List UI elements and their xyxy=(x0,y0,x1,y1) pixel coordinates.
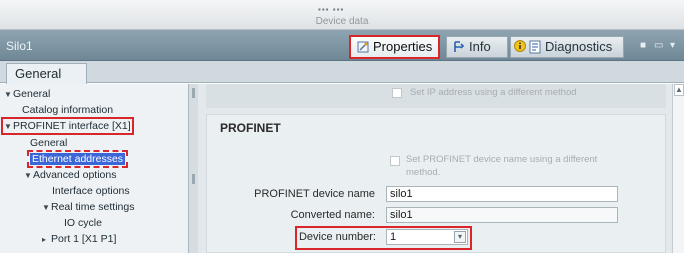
tree-item-port1[interactable]: ▸ Port 1 [X1 P1] xyxy=(42,233,116,245)
converted-name-field: silo1 xyxy=(386,207,618,223)
expand-icon[interactable]: ▼ xyxy=(42,203,51,212)
chevron-down-icon[interactable]: ▾ xyxy=(670,40,675,51)
top-bar: ▪▪▪ ▪▪▪ Device data xyxy=(0,0,684,30)
device-number-label: Device number: xyxy=(298,231,376,243)
device-name-field[interactable]: silo1 xyxy=(386,186,618,202)
tab-info[interactable]: Info xyxy=(446,36,508,58)
scroll-up-icon[interactable]: ▲ xyxy=(674,84,684,96)
properties-icon xyxy=(357,41,369,53)
info-bubble-icon xyxy=(514,40,526,52)
drag-handle-icon[interactable]: ▪▪▪ ▪▪▪ xyxy=(318,5,344,14)
tree-item-catalog-information[interactable]: Catalog information xyxy=(22,104,113,116)
info-icon xyxy=(454,41,465,52)
section-title: PROFINET xyxy=(220,121,281,135)
diagnostics-icon xyxy=(529,40,541,54)
set-name-different-label: Set PROFINET device name using a differe… xyxy=(406,154,598,165)
tree-item-profinet-interface[interactable]: ▼PROFINET interface [X1] xyxy=(1,117,134,135)
window-title: Device data xyxy=(315,16,369,27)
tree-item-io-cycle[interactable]: IO cycle xyxy=(64,217,102,229)
set-name-different-checkbox[interactable] xyxy=(390,156,400,166)
collapse-icon[interactable]: ▸ xyxy=(42,235,51,244)
vertical-scrollbar[interactable]: ▲ xyxy=(672,84,684,253)
minimize-icon[interactable]: ▭ xyxy=(654,40,663,51)
restore-icon[interactable]: ■ xyxy=(640,40,646,51)
object-name: Silo1 xyxy=(6,39,33,53)
tree-item-interface-options[interactable]: Interface options xyxy=(52,185,130,197)
device-number-dropdown-icon[interactable]: ▾ xyxy=(454,231,466,243)
splitter-grip-icon xyxy=(192,88,195,98)
tab-general[interactable]: General xyxy=(6,63,87,84)
set-name-different-label-cont: method. xyxy=(406,167,441,178)
set-ip-different-checkbox[interactable] xyxy=(392,88,402,98)
expand-icon[interactable]: ▼ xyxy=(4,122,13,131)
tab-diagnostics[interactable]: Diagnostics xyxy=(510,36,624,58)
tree-item-real-time-settings[interactable]: ▼Real time settings xyxy=(42,201,134,213)
panel-splitter[interactable] xyxy=(188,84,198,253)
inspector-title-bar: Silo1 Properties Info Diagnostics ■ ▭ ▾ xyxy=(0,30,684,61)
tree-item-general[interactable]: ▼General xyxy=(4,88,50,100)
tree-item-ethernet-addresses[interactable]: Ethernet addresses xyxy=(26,150,129,168)
tab-properties-label: Properties xyxy=(373,39,433,54)
subtab-strip: General xyxy=(0,61,684,84)
tab-info-label: Info xyxy=(469,39,491,54)
tree-item-advanced-options[interactable]: ▼Advanced options xyxy=(24,169,116,181)
device-name-label: PROFINET device name xyxy=(254,188,375,200)
set-ip-different-label: Set IP address using a different method xyxy=(410,87,577,98)
expand-icon[interactable]: ▼ xyxy=(24,171,33,180)
converted-name-label: Converted name: xyxy=(290,209,375,221)
navigation-tree: ▼General Catalog information ▼PROFINET i… xyxy=(0,84,188,253)
splitter-grip-icon xyxy=(192,174,195,184)
tab-diagnostics-label: Diagnostics xyxy=(545,39,613,54)
tab-properties[interactable]: Properties xyxy=(349,35,440,59)
tree-item-interface-general[interactable]: General xyxy=(30,137,67,149)
expand-icon[interactable]: ▼ xyxy=(4,90,13,99)
